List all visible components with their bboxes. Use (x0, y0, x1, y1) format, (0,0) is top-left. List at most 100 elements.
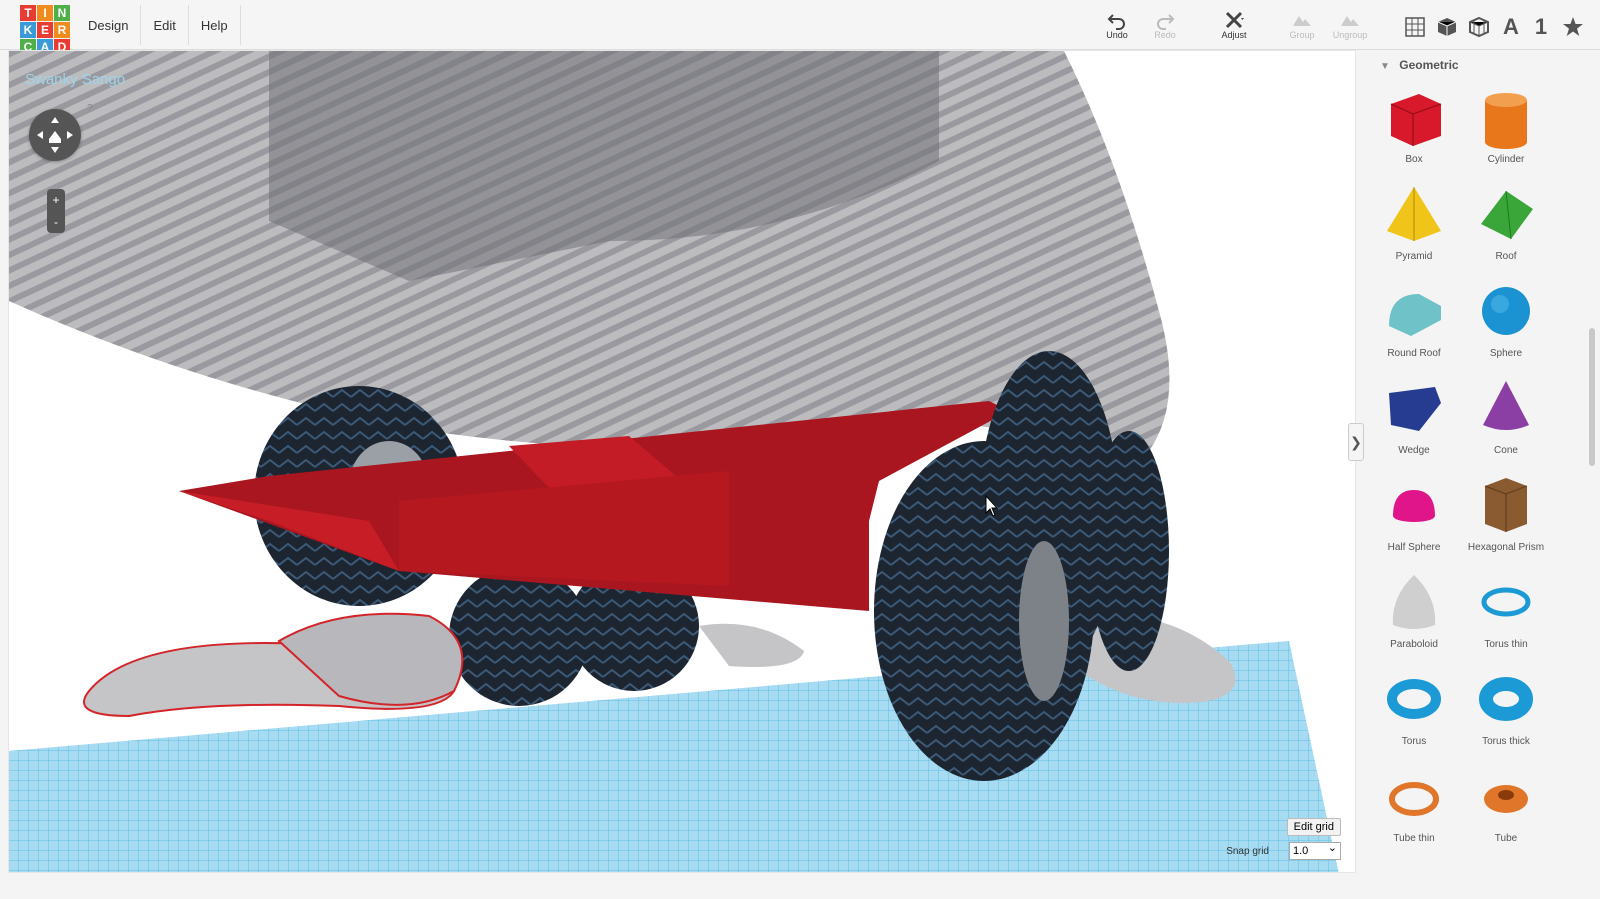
zoom-control[interactable]: + - (47, 189, 65, 233)
shape-label: Cylinder (1487, 154, 1525, 165)
section-title: Geometric (1399, 58, 1459, 72)
shape-paraboloid[interactable]: Paraboloid (1370, 567, 1458, 659)
torus-shape-icon (1387, 679, 1441, 719)
wheel-mid-1[interactable] (449, 566, 589, 706)
main-menu: Design Edit Help (76, 0, 241, 50)
logo-letter: E (37, 22, 53, 38)
star-icon[interactable] (1560, 14, 1586, 40)
wheel-front-far[interactable] (1089, 431, 1169, 671)
3d-viewport[interactable]: Swanky Sango ? + - Edit grid Snap grid 1… (8, 50, 1356, 873)
tube-thin-shape-icon (1389, 782, 1439, 816)
menu-help[interactable]: Help (189, 5, 241, 45)
shape-roof[interactable]: Roof (1462, 179, 1550, 271)
shape-label: Box (1405, 154, 1423, 165)
sphere-shape-icon (1482, 287, 1530, 335)
redo-button[interactable]: Redo (1143, 10, 1187, 46)
view-navigation-control[interactable] (29, 109, 81, 161)
edit-grid-button[interactable]: Edit grid (1286, 818, 1341, 836)
torus-thin-shape-icon (1481, 587, 1531, 617)
box-shape-icon (1390, 94, 1442, 146)
grid-icon[interactable] (1402, 14, 1428, 40)
shape-label: Roof (1495, 251, 1517, 262)
round-roof-shape-icon (1389, 294, 1441, 336)
redo-icon (1157, 14, 1175, 30)
foot-middle[interactable] (699, 623, 804, 667)
shape-label: Pyramid (1395, 251, 1433, 262)
logo-letter: I (37, 5, 53, 21)
text-tool-icon[interactable]: A (1498, 14, 1524, 40)
undo-label: Undo (1106, 30, 1128, 40)
help-icon[interactable]: ? (87, 103, 93, 114)
ungroup-icon (1341, 16, 1359, 26)
home-icon[interactable] (49, 131, 61, 143)
shape-label: Round Roof (1387, 348, 1441, 359)
shapes-panel: ▼ Geometric Box Cylinder Pyramid Roof Round … (1370, 50, 1590, 899)
cylinder-shape-icon (1485, 93, 1527, 149)
zoom-out-button[interactable]: - (47, 211, 65, 233)
snap-grid-select[interactable]: 1.0 (1289, 840, 1341, 860)
panel-section-geometric[interactable]: ▼ Geometric (1380, 58, 1459, 72)
shape-label: Paraboloid (1390, 639, 1438, 650)
shape-label: Wedge (1398, 445, 1430, 456)
shape-pyramid[interactable]: Pyramid (1370, 179, 1458, 271)
menu-design[interactable]: Design (76, 5, 142, 45)
shape-tube-thin[interactable]: Tube thin (1370, 761, 1458, 853)
shape-box[interactable]: Box (1370, 82, 1458, 174)
shape-wedge[interactable]: Wedge (1370, 373, 1458, 465)
top-bar: T I N K E R C A D Design Edit Help Undo … (0, 0, 1600, 55)
shape-torus-thick[interactable]: Torus thick (1462, 664, 1550, 756)
shape-sphere[interactable]: Sphere (1462, 276, 1550, 368)
shape-label: Cone (1494, 445, 1518, 456)
shape-round-roof[interactable]: Round Roof (1370, 276, 1458, 368)
paraboloid-shape-icon (1392, 575, 1436, 629)
panel-collapse-button[interactable]: ❯ (1348, 423, 1364, 461)
shape-label: Sphere (1489, 348, 1523, 359)
shape-torus[interactable]: Torus (1370, 664, 1458, 756)
adjust-label: Adjust (1221, 30, 1247, 40)
shape-half-sphere[interactable]: Half Sphere (1370, 470, 1458, 562)
logo-letter: T (20, 5, 36, 21)
shape-label: Tube thin (1393, 833, 1435, 844)
undo-icon (1107, 14, 1125, 30)
number-tool-icon[interactable]: 1 (1528, 14, 1554, 40)
shape-cone[interactable]: Cone (1462, 373, 1550, 465)
shape-label: Torus thick (1482, 736, 1530, 747)
adjust-button[interactable]: Adjust (1212, 10, 1256, 46)
shape-label: Tube (1494, 833, 1518, 844)
logo-letter: N (54, 5, 70, 21)
pyramid-shape-icon (1387, 187, 1441, 241)
shape-label: Torus thin (1484, 639, 1528, 650)
snap-grid-label: Snap grid (1226, 846, 1269, 857)
shape-tube[interactable]: Tube (1462, 761, 1550, 853)
cone-shape-icon (1483, 381, 1529, 430)
wheel-hub (1019, 541, 1069, 701)
torus-thick-shape-icon (1479, 677, 1533, 721)
menu-edit[interactable]: Edit (141, 5, 189, 45)
project-title[interactable]: Swanky Sango (25, 71, 125, 88)
group-button[interactable]: Group (1280, 10, 1324, 46)
scene-render (9, 51, 1339, 872)
undo-button[interactable]: Undo (1095, 10, 1139, 46)
zoom-in-button[interactable]: + (47, 189, 65, 211)
shape-cylinder[interactable]: Cylinder (1462, 82, 1550, 174)
logo-letter: R (54, 22, 70, 38)
wireframe-icon[interactable] (1466, 14, 1492, 40)
shape-torus-thin[interactable]: Torus thin (1462, 567, 1550, 659)
tinkercad-app: T I N K E R C A D Design Edit Help Undo … (0, 0, 1600, 899)
scroll-thumb[interactable] (1589, 328, 1595, 466)
redo-label: Redo (1154, 30, 1176, 40)
panel-scrollbar[interactable] (1586, 58, 1596, 873)
tinkercad-logo[interactable]: T I N K E R C A D (20, 5, 70, 55)
shape-label: Half Sphere (1387, 542, 1441, 553)
shape-hexagonal-prism[interactable]: Hexagonal Prism (1462, 470, 1550, 562)
half-sphere-shape-icon (1393, 490, 1435, 522)
collapse-triangle-icon: ▼ (1380, 61, 1390, 72)
group-icon (1293, 16, 1311, 26)
logo-letter: K (20, 22, 36, 38)
ungroup-label: Ungroup (1332, 30, 1368, 40)
ungroup-button[interactable]: Ungroup (1328, 10, 1372, 46)
roof-shape-icon (1481, 190, 1533, 240)
shape-label: Torus (1401, 736, 1427, 747)
hexagonal-prism-shape-icon (1484, 478, 1528, 532)
box-view-icon[interactable] (1434, 14, 1460, 40)
